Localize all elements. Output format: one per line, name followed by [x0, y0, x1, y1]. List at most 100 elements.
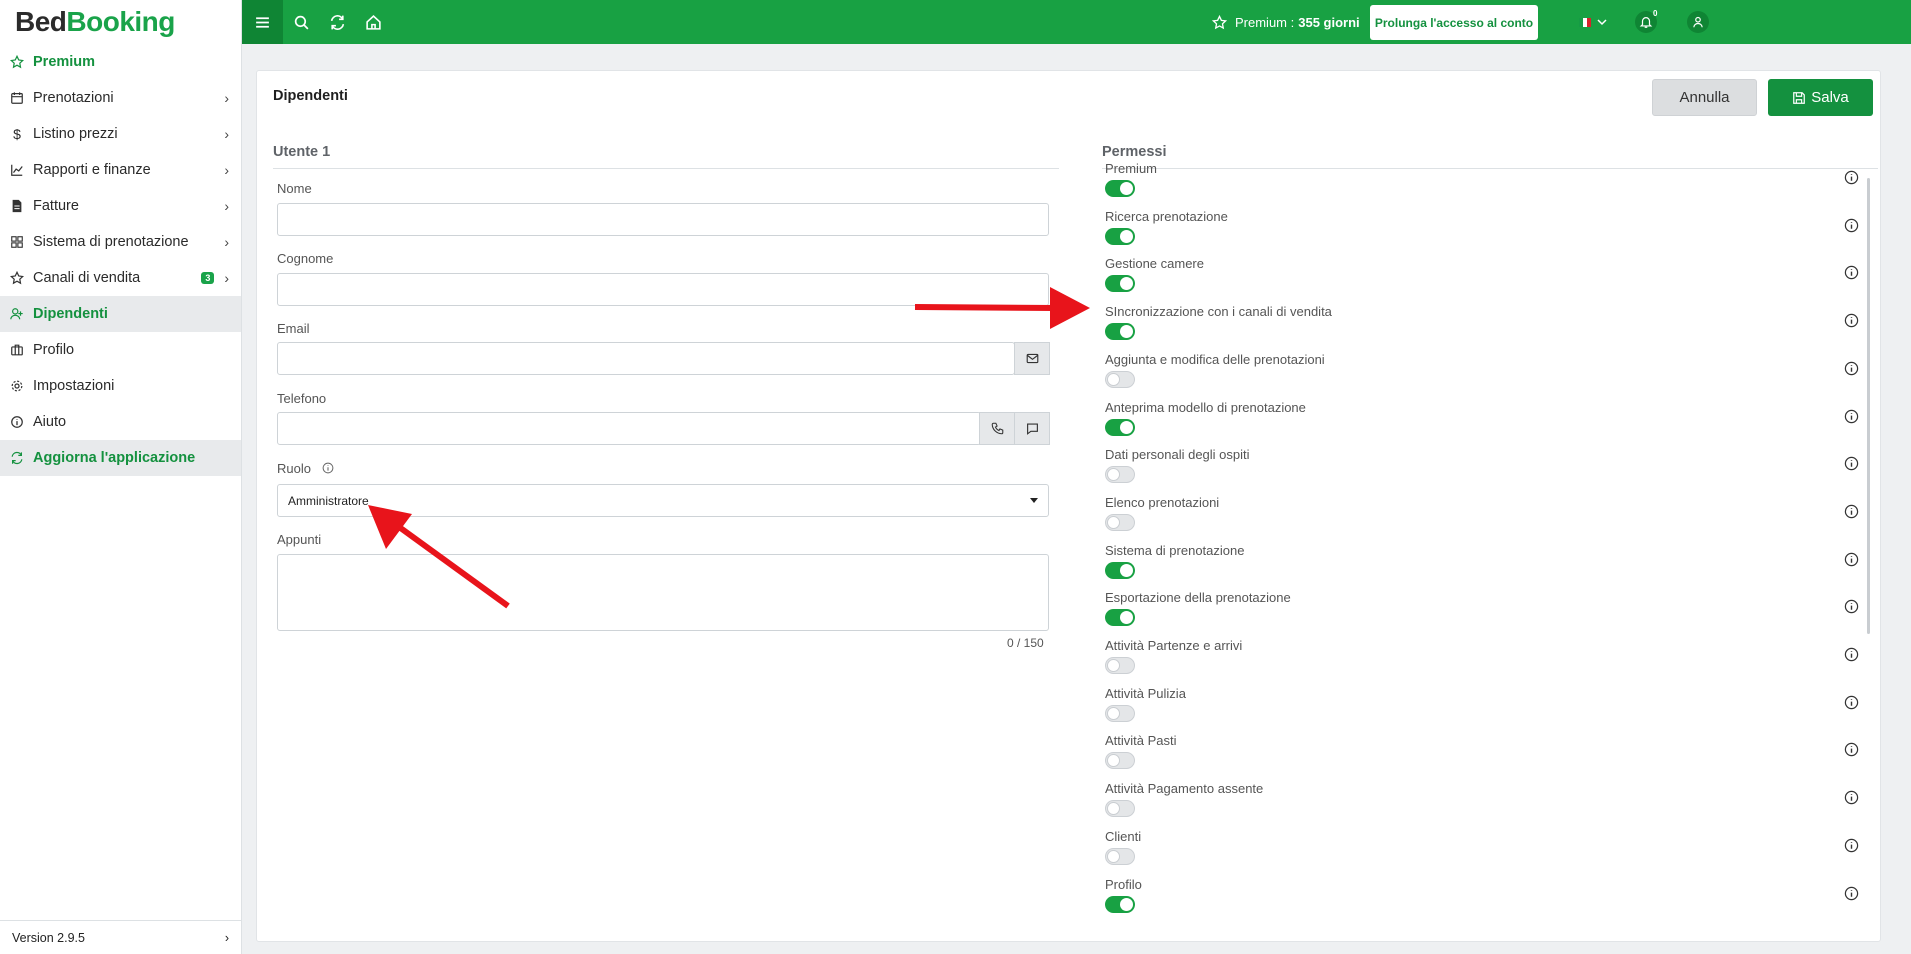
sidebar-item-label: Aggiorna l'applicazione: [33, 450, 196, 466]
info-icon[interactable]: [1844, 599, 1859, 614]
sidebar-item-listino-prezzi[interactable]: $ Listino prezzi ›: [0, 116, 241, 152]
role-select[interactable]: Amministratore: [277, 484, 1049, 517]
toggle-knob: [1107, 372, 1120, 386]
info-icon[interactable]: [1844, 170, 1859, 185]
phone-field[interactable]: [277, 412, 981, 445]
call-button[interactable]: [979, 412, 1015, 445]
home-icon: [365, 14, 381, 30]
permission-toggle[interactable]: [1105, 418, 1135, 436]
info-icon[interactable]: [1844, 265, 1859, 280]
sidebar-item-premium[interactable]: Premium: [0, 44, 241, 80]
permission-label: Anteprima modello di prenotazione: [1105, 399, 1306, 415]
grid-icon: [10, 235, 24, 249]
permission-toggle[interactable]: [1105, 323, 1135, 341]
permission-toggle[interactable]: [1105, 180, 1135, 197]
bell-icon: [1639, 17, 1653, 28]
toggle-knob: [1120, 325, 1133, 339]
info-icon[interactable]: [1844, 552, 1859, 567]
search-button[interactable]: [283, 0, 319, 44]
sidebar-nav: Premium Prenotazioni › $ Listino prezzi …: [0, 44, 241, 476]
send-email-button[interactable]: [1014, 342, 1050, 375]
sidebar-item-label: Sistema di prenotazione: [33, 234, 189, 250]
save-button[interactable]: Salva: [1768, 79, 1873, 116]
sidebar-item-profilo[interactable]: Profilo: [0, 332, 241, 368]
version-footer[interactable]: Version 2.9.5 ›: [0, 920, 241, 954]
permission-toggle[interactable]: [1105, 370, 1135, 388]
dollar-icon: $: [13, 126, 21, 142]
star-icon: [10, 271, 24, 285]
sidebar-item-dipendenti[interactable]: Dipendenti: [0, 296, 241, 332]
info-icon[interactable]: [1844, 886, 1859, 901]
sidebar-item-sistema-prenotazione[interactable]: Sistema di prenotazione ›: [0, 224, 241, 260]
email-field[interactable]: [277, 342, 1015, 375]
permission-toggle[interactable]: [1105, 657, 1135, 674]
sidebar-item-label: Listino prezzi: [33, 126, 118, 142]
sidebar-item-label: Premium: [33, 54, 96, 70]
permission-label: Attività Pasti: [1105, 733, 1177, 749]
info-icon[interactable]: [1844, 456, 1859, 471]
sidebar-item-canali-vendita[interactable]: Canali di vendita 3 ›: [0, 260, 241, 296]
extend-access-button[interactable]: Prolunga l'accesso al conto: [1370, 5, 1538, 40]
surname-field[interactable]: [277, 273, 1049, 306]
permission-toggle[interactable]: [1105, 466, 1135, 484]
sidebar-item-fatture[interactable]: Fatture ›: [0, 188, 241, 224]
permission-toggle[interactable]: [1105, 275, 1135, 293]
cancel-button[interactable]: Annulla: [1652, 79, 1757, 116]
info-icon[interactable]: [1844, 742, 1859, 757]
permissions-scrollbar[interactable]: [1867, 178, 1870, 634]
toggle-knob: [1120, 277, 1133, 291]
notes-label: Appunti: [277, 532, 322, 547]
sidebar-item-aggiorna[interactable]: Aggiorna l'applicazione: [0, 440, 241, 476]
info-icon[interactable]: [1844, 647, 1859, 662]
role-info-icon[interactable]: [322, 462, 334, 474]
star-icon: [10, 55, 24, 69]
toggle-knob: [1107, 706, 1120, 720]
permission-toggle[interactable]: [1105, 704, 1135, 722]
permissions-section-title: Permessi: [1102, 144, 1167, 160]
language-selector[interactable]: [1579, 0, 1607, 44]
permission-item: Profilo: [1105, 877, 1859, 925]
phone-label: Telefono: [277, 391, 327, 406]
permission-label: Ricerca prenotazione: [1105, 208, 1228, 224]
permission-toggle[interactable]: [1105, 609, 1135, 627]
sidebar-item-rapporti[interactable]: Rapporti e finanze ›: [0, 152, 241, 188]
permission-item: Aggiunta e modifica delle prenotazioni: [1105, 352, 1859, 400]
info-icon[interactable]: [1844, 695, 1859, 710]
notifications-count: 0: [1653, 9, 1658, 18]
message-button[interactable]: [1014, 412, 1050, 445]
permission-toggle[interactable]: [1105, 513, 1135, 531]
info-icon[interactable]: [1844, 313, 1859, 328]
menu-button[interactable]: [242, 0, 283, 44]
notes-char-counter: 0 / 150: [1007, 636, 1044, 650]
sidebar-item-prenotazioni[interactable]: Prenotazioni ›: [0, 80, 241, 116]
home-button[interactable]: [355, 0, 391, 44]
permission-label: Attività Pulizia: [1105, 685, 1186, 701]
permission-toggle[interactable]: [1105, 847, 1135, 865]
sidebar-item-impostazioni[interactable]: Impostazioni: [0, 368, 241, 404]
permission-toggle[interactable]: [1105, 895, 1135, 913]
permission-toggle[interactable]: [1105, 752, 1135, 770]
name-field[interactable]: [277, 203, 1049, 236]
app-logo[interactable]: Bed Booking: [0, 0, 241, 44]
info-icon[interactable]: [1844, 838, 1859, 853]
info-icon[interactable]: [1844, 218, 1859, 233]
save-label: Salva: [1811, 89, 1849, 106]
permission-toggle[interactable]: [1105, 227, 1135, 245]
info-icon[interactable]: [1844, 790, 1859, 805]
sidebar-item-aiuto[interactable]: Aiuto: [0, 404, 241, 440]
sidebar-item-label: Rapporti e finanze: [33, 162, 151, 178]
user-menu-button[interactable]: [1687, 11, 1709, 33]
info-icon[interactable]: [1844, 504, 1859, 519]
employee-card: Dipendenti Annulla Salva Utente 1 Nome C…: [256, 70, 1881, 942]
refresh-button[interactable]: [319, 0, 355, 44]
permission-toggle[interactable]: [1105, 561, 1135, 579]
toggle-knob: [1107, 754, 1120, 768]
toggle-knob: [1120, 420, 1133, 434]
permission-toggle[interactable]: [1105, 800, 1135, 818]
info-icon[interactable]: [1844, 361, 1859, 376]
permission-label: Elenco prenotazioni: [1105, 494, 1220, 510]
count-badge: 3: [201, 272, 215, 284]
info-icon[interactable]: [1844, 409, 1859, 424]
sidebar-item-label: Profilo: [33, 342, 75, 358]
notes-field[interactable]: [277, 554, 1049, 631]
